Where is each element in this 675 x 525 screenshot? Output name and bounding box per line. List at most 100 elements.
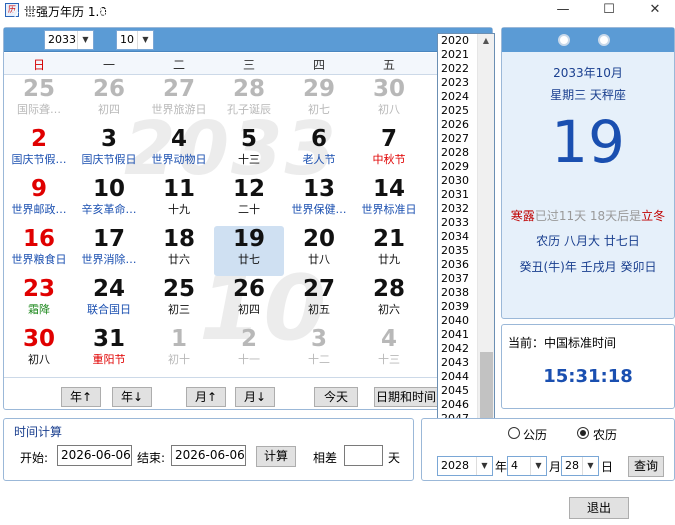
year-option[interactable]: 2039 (439, 300, 477, 314)
calendar-day[interactable]: 7 中秋节 (354, 126, 424, 176)
calendar-day[interactable]: 3 十二 (284, 326, 354, 376)
query-year-select[interactable]: 2028 ▼ (437, 456, 493, 476)
calendar-day[interactable]: 28 孔子诞辰 (214, 76, 284, 126)
year-option[interactable]: 2036 (439, 258, 477, 272)
calendar-day[interactable]: 3 国庆节假日 (74, 126, 144, 176)
calendar-day[interactable]: 25 国际聋… (4, 76, 74, 126)
diff-days-output[interactable] (344, 445, 383, 466)
year-option[interactable]: 2041 (439, 328, 477, 342)
year-option[interactable]: 2034 (439, 230, 477, 244)
query-day-value: 28 (565, 459, 579, 472)
calendar-day[interactable]: 31 重阳节 (74, 326, 144, 376)
calculate-button[interactable]: 计算 (256, 446, 296, 467)
calendar-day[interactable]: 9 世界邮政… (4, 176, 74, 226)
year-down-button[interactable]: 年↓ (112, 387, 152, 407)
maximize-button[interactable]: ☐ (586, 0, 632, 22)
today-button[interactable]: 今天 (314, 387, 358, 407)
year-option[interactable]: 2044 (439, 370, 477, 384)
year-option[interactable]: 2029 (439, 160, 477, 174)
start-date-input[interactable]: 2026-06-06 (57, 445, 132, 466)
calendar-day[interactable]: 28 初六 (354, 276, 424, 326)
day-number: 4 (380, 326, 397, 352)
day-number: 14 (372, 176, 405, 202)
calendar-day[interactable]: 30 初八 (4, 326, 74, 376)
dropdown-scrollbar[interactable]: ▲ ▼ (477, 34, 494, 454)
year-option[interactable]: 2046 (439, 398, 477, 412)
year-option[interactable]: 2037 (439, 272, 477, 286)
day-lunar-text: 辛亥革命… (81, 203, 137, 216)
calendar-day[interactable]: 5 十三 (214, 126, 284, 176)
solar-radio-label[interactable]: 公历 (523, 426, 547, 443)
day-lunar-text: 国庆节假… (11, 153, 67, 166)
year-option[interactable]: 2020 (439, 34, 477, 48)
calendar-day[interactable]: 4 世界动物日 (144, 126, 214, 176)
lunar-radio[interactable] (577, 427, 589, 439)
end-date-input[interactable]: 2026-06-06 (171, 445, 246, 466)
calendar-day[interactable]: 13 世界保健… (284, 176, 354, 226)
month-up-button[interactable]: 月↑ (186, 387, 226, 407)
calendar-day[interactable]: 10 辛亥革命… (74, 176, 144, 226)
calendar-day[interactable]: 30 初八 (354, 76, 424, 126)
year-option[interactable]: 2040 (439, 314, 477, 328)
calendar-day[interactable]: 2 国庆节假… (4, 126, 74, 176)
calendar-day[interactable]: 14 世界标准日 (354, 176, 424, 226)
solar-radio[interactable] (508, 427, 520, 439)
year-option[interactable]: 2035 (439, 244, 477, 258)
calendar-day[interactable]: 27 初五 (284, 276, 354, 326)
calendar-day[interactable]: 23 霜降 (4, 276, 74, 326)
calendar-day[interactable]: 25 初三 (144, 276, 214, 326)
year-option[interactable]: 2043 (439, 356, 477, 370)
year-select[interactable]: 2033 ▼ (44, 30, 94, 50)
year-option[interactable]: 2042 (439, 342, 477, 356)
year-up-button[interactable]: 年↑ (61, 387, 101, 407)
year-option[interactable]: 2024 (439, 90, 477, 104)
year-option[interactable]: 2022 (439, 62, 477, 76)
query-day-select[interactable]: 28 ▼ (561, 456, 599, 476)
calendar-day[interactable]: 24 联合国日 (74, 276, 144, 326)
close-button[interactable]: ✕ (632, 0, 675, 22)
calendar-day[interactable]: 2 十一 (214, 326, 284, 376)
year-option[interactable]: 2033 (439, 216, 477, 230)
year-option[interactable]: 2031 (439, 188, 477, 202)
day-number: 30 (372, 76, 405, 102)
scroll-up-icon[interactable]: ▲ (478, 34, 494, 48)
ganzhi-line: 癸丑(牛)年 壬戌月 癸卯日 (519, 260, 657, 274)
lunar-radio-label[interactable]: 农历 (593, 426, 617, 443)
day-lunar-text: 初六 (378, 303, 400, 316)
calendar-day[interactable]: 12 二十 (214, 176, 284, 226)
calendar-day[interactable]: 18 廿六 (144, 226, 214, 276)
calendar-day[interactable]: 20 廿八 (284, 226, 354, 276)
calendar-day[interactable]: 16 世界粮食日 (4, 226, 74, 276)
year-option[interactable]: 2025 (439, 104, 477, 118)
minimize-button[interactable]: — (540, 0, 586, 22)
calendar-day[interactable]: 27 世界旅游日 (144, 76, 214, 126)
big-day-number: 19 (551, 108, 625, 176)
calendar-day[interactable]: 17 世界消除… (74, 226, 144, 276)
calendar-day[interactable]: 26 初四 (214, 276, 284, 326)
date-time-button[interactable]: 日期和时间 (374, 387, 438, 407)
year-dropdown-list[interactable]: ▲ ▼ 202020212022202320242025202620272028… (437, 33, 495, 455)
query-button[interactable]: 查询 (628, 456, 664, 477)
year-option[interactable]: 2021 (439, 48, 477, 62)
header-info: 建国84年 农历癸丑年 【牛】 (185, 7, 340, 21)
year-option[interactable]: 2045 (439, 384, 477, 398)
year-option[interactable]: 2023 (439, 76, 477, 90)
calendar-day-selected[interactable]: 19 廿七 (214, 226, 284, 276)
year-option[interactable]: 2027 (439, 132, 477, 146)
year-option[interactable]: 2030 (439, 174, 477, 188)
year-option[interactable]: 2026 (439, 118, 477, 132)
year-option[interactable]: 2038 (439, 286, 477, 300)
calendar-day[interactable]: 11 十九 (144, 176, 214, 226)
year-option[interactable]: 2032 (439, 202, 477, 216)
calendar-day[interactable]: 4 十三 (354, 326, 424, 376)
exit-button[interactable]: 退出 (569, 497, 629, 519)
month-down-button[interactable]: 月↓ (235, 387, 275, 407)
calendar-day[interactable]: 6 老人节 (284, 126, 354, 176)
year-option[interactable]: 2028 (439, 146, 477, 160)
calendar-day[interactable]: 29 初七 (284, 76, 354, 126)
calendar-day[interactable]: 21 廿九 (354, 226, 424, 276)
calendar-day[interactable]: 1 初十 (144, 326, 214, 376)
calendar-day[interactable]: 26 初四 (74, 76, 144, 126)
month-select[interactable]: 10 ▼ (116, 30, 154, 50)
query-month-select[interactable]: 4 ▼ (507, 456, 547, 476)
